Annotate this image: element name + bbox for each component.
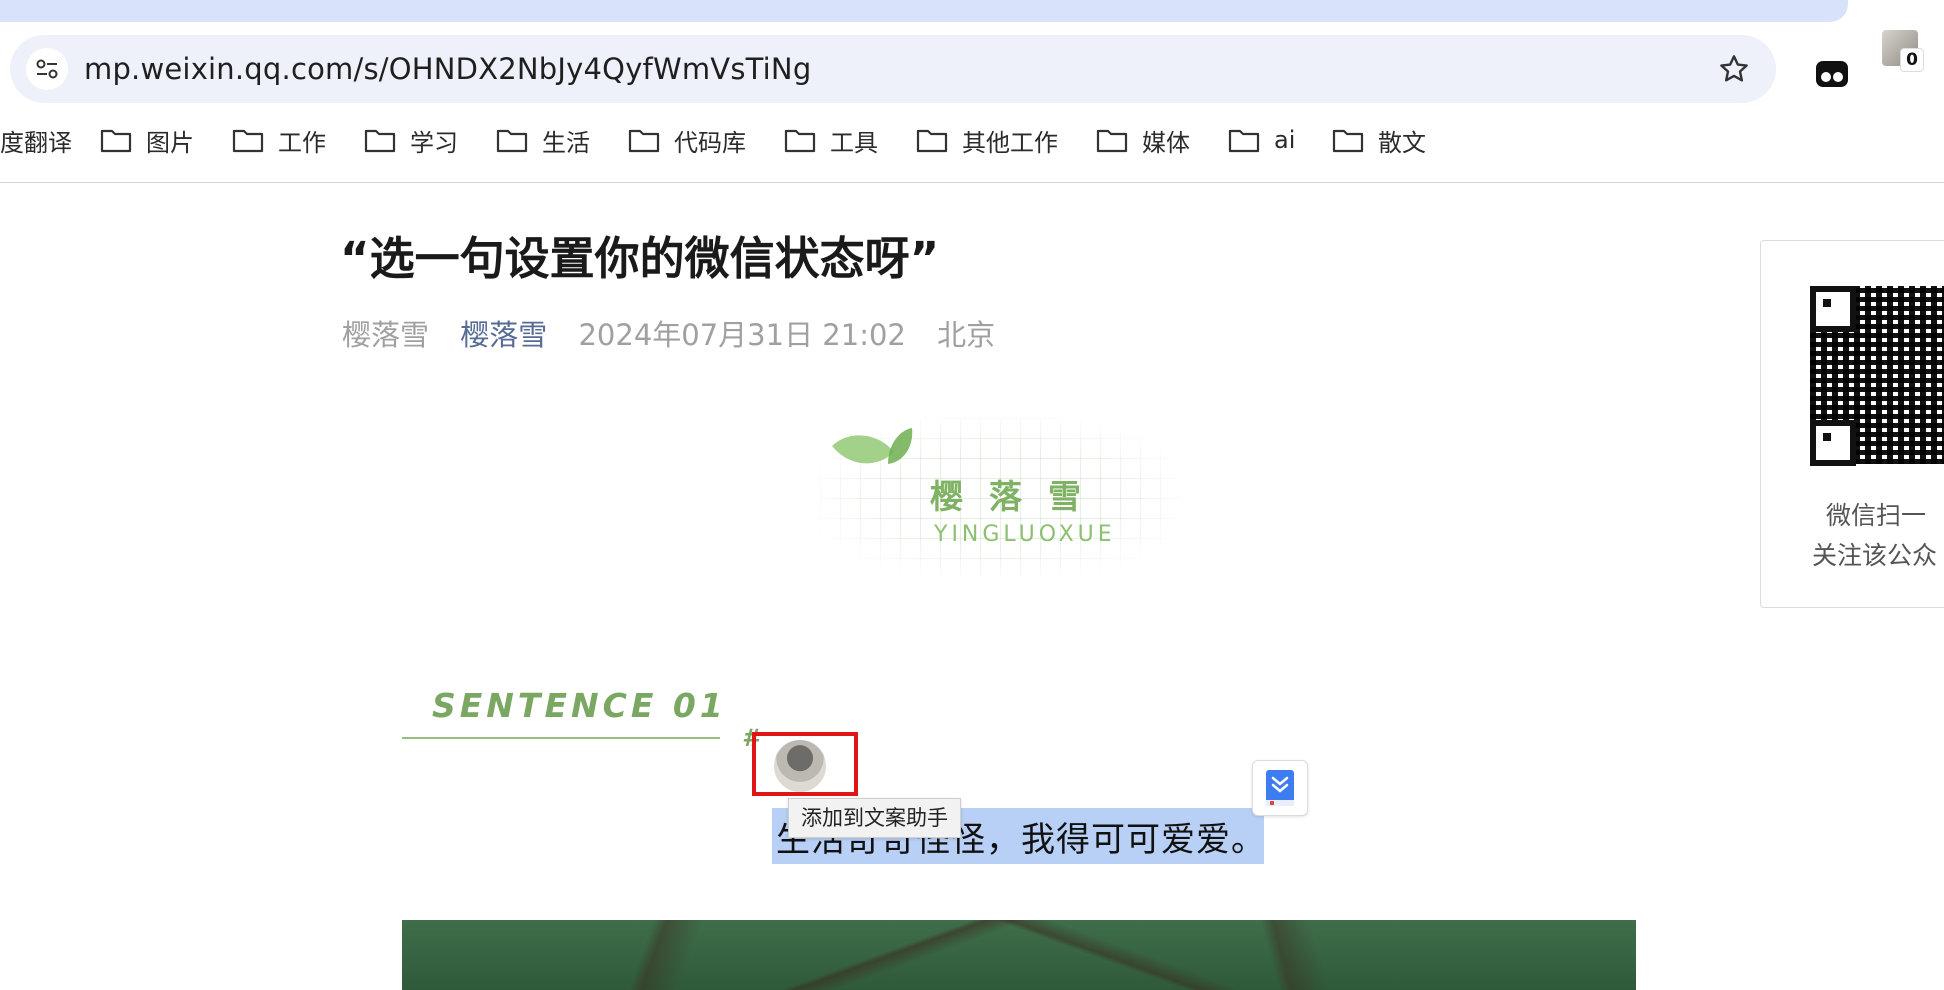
publish-location: 北京 bbox=[937, 318, 996, 352]
bookmark-folder[interactable]: ai bbox=[1228, 116, 1295, 164]
bookmark-folder[interactable]: 其他工作 bbox=[916, 116, 1058, 164]
publish-datetime: 2024年07月31日 21:02 bbox=[578, 318, 906, 352]
bookmark-folder[interactable]: 代码库 bbox=[628, 116, 746, 164]
save-to-notes-button[interactable] bbox=[1252, 760, 1308, 816]
site-info-icon[interactable] bbox=[26, 48, 68, 90]
folder-icon bbox=[1096, 129, 1128, 153]
qr-finder-mark bbox=[1810, 286, 1856, 332]
article-meta: 樱落雪 樱落雪 2024年07月31日 21:02 北京 bbox=[342, 312, 1017, 354]
bookmark-label: 度翻译 bbox=[0, 128, 72, 157]
bookmark-label: 图片 bbox=[146, 128, 194, 157]
sentence-underline bbox=[402, 737, 720, 739]
bookmark-label: 散文 bbox=[1378, 128, 1426, 157]
toolbar-divider bbox=[0, 182, 1944, 183]
folder-icon bbox=[232, 129, 264, 153]
logo-english: YINGLUOXUE bbox=[934, 522, 1116, 547]
qr-finder-mark bbox=[1810, 420, 1856, 466]
address-bar[interactable]: mp.weixin.qq.com/s/OHNDX2NbJy4QyfWmVsTiN… bbox=[10, 35, 1776, 103]
folder-icon bbox=[1228, 129, 1260, 153]
bookmark-label: ai bbox=[1274, 126, 1296, 154]
qr-caption-line1: 微信扫一 bbox=[1826, 501, 1927, 530]
extension-icon[interactable] bbox=[1812, 54, 1852, 94]
logo-chinese: 樱落雪 bbox=[930, 477, 1107, 516]
bookmark-item[interactable]: 度翻译 bbox=[0, 116, 72, 164]
folder-icon bbox=[496, 129, 528, 153]
account-link[interactable]: 樱落雪 bbox=[460, 318, 547, 352]
url-text[interactable]: mp.weixin.qq.com/s/OHNDX2NbJy4QyfWmVsTiN… bbox=[84, 35, 811, 103]
article-title: “选一句设置你的微信状态呀” bbox=[340, 232, 940, 285]
bookmark-label: 其他工作 bbox=[962, 128, 1058, 157]
bookmark-folder[interactable]: 媒体 bbox=[1096, 116, 1190, 164]
tooltip: 添加到文案助手 bbox=[788, 798, 961, 838]
sentence-label: SENTENCE 01 bbox=[432, 686, 727, 725]
bookmark-folder[interactable]: 图片 bbox=[100, 116, 194, 164]
bookmark-folder[interactable]: 学习 bbox=[364, 116, 458, 164]
bookmark-label: 工作 bbox=[278, 128, 326, 157]
profile-badge: 0 bbox=[1900, 48, 1924, 72]
folder-icon bbox=[1332, 129, 1364, 153]
bookmark-star-icon[interactable] bbox=[1714, 49, 1754, 89]
bookmark-folder[interactable]: 工具 bbox=[784, 116, 878, 164]
author-name: 樱落雪 bbox=[342, 318, 430, 352]
bookmark-label: 工具 bbox=[830, 128, 878, 157]
folder-icon bbox=[916, 129, 948, 153]
bookmark-label: 生活 bbox=[542, 128, 590, 157]
highlight-box bbox=[752, 732, 858, 796]
bookmark-folder[interactable]: 生活 bbox=[496, 116, 590, 164]
bookmark-download-icon bbox=[1266, 770, 1294, 806]
article-photo bbox=[402, 920, 1636, 990]
tab-strip bbox=[0, 0, 1848, 22]
bookmark-label: 媒体 bbox=[1142, 128, 1190, 157]
folder-icon bbox=[784, 129, 816, 153]
bookmarks-bar: 度翻译 图片 工作 学习 生活 代码库 工具 其他工作 媒体 ai 散文 bbox=[0, 116, 1944, 164]
folder-icon bbox=[364, 129, 396, 153]
leaf-icon bbox=[832, 428, 913, 464]
folder-icon bbox=[628, 129, 660, 153]
folder-icon bbox=[100, 129, 132, 153]
qr-caption-line2: 关注该公众 bbox=[1812, 541, 1938, 570]
bookmark-folder[interactable]: 散文 bbox=[1332, 116, 1426, 164]
bookmark-label: 学习 bbox=[410, 128, 458, 157]
bookmark-label: 代码库 bbox=[674, 128, 746, 157]
bookmark-folder[interactable]: 工作 bbox=[232, 116, 326, 164]
